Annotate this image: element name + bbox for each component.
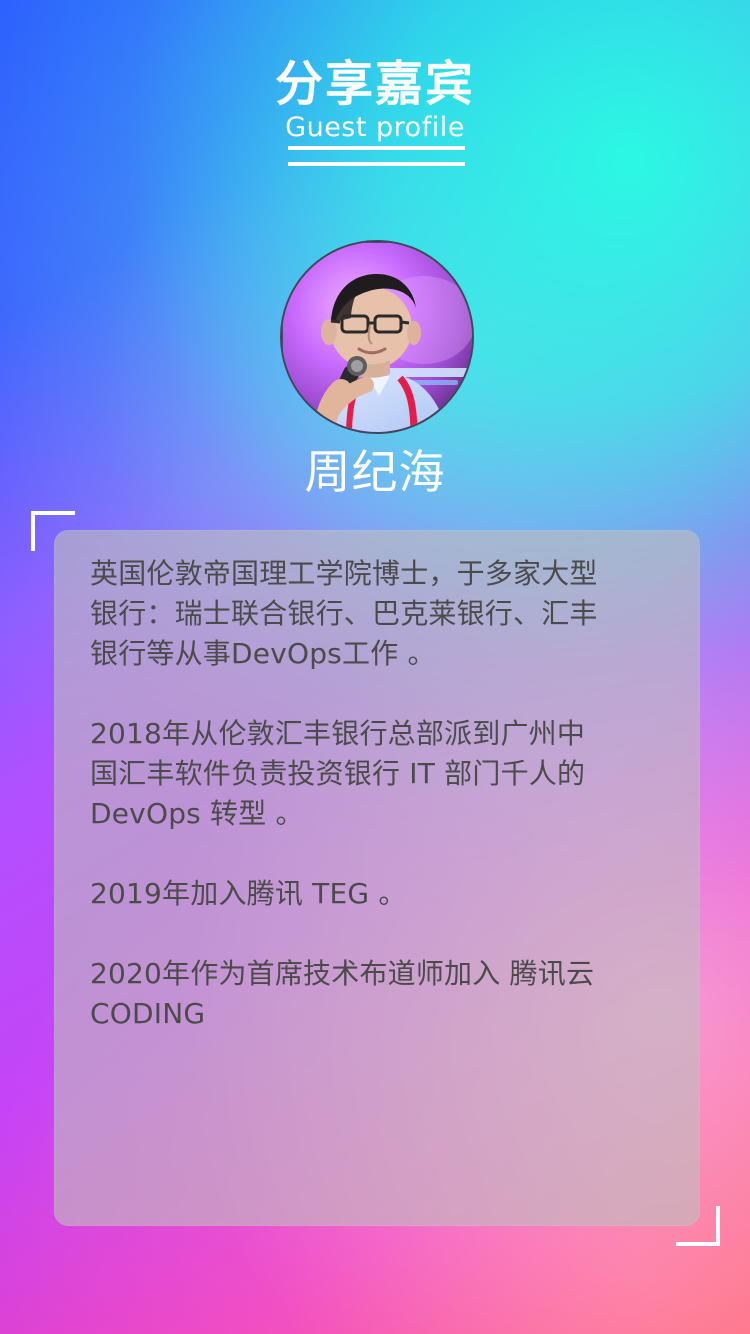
page-title-english: Guest profile xyxy=(285,112,465,143)
guest-avatar xyxy=(280,240,474,434)
guest-photo-illustration xyxy=(282,242,472,432)
profile-paragraph: 2020年作为首席技术布道师加入 腾讯云 CODING xyxy=(90,957,595,1030)
profile-text: 英国伦敦帝国理工学院博士，于多家大型 银行：瑞士联合银行、巴克莱银行、汇丰 银行… xyxy=(90,554,662,1034)
profile-paragraph: 2019年加入腾讯 TEG 。 xyxy=(90,877,407,910)
profile-paragraph: 2018年从伦敦汇丰银行总部派到广州中 国汇丰软件负责投资银行 IT 部门千人的… xyxy=(90,717,586,830)
header: 分享嘉宾 Guest profile xyxy=(0,54,750,174)
title-divider-top xyxy=(288,146,465,150)
guest-profile-page: 分享嘉宾 Guest profile 周纪海 英国伦敦帝国理工学院博士，于多家大… xyxy=(0,0,750,1334)
profile-paragraph: 英国伦敦帝国理工学院博士，于多家大型 银行：瑞士联合银行、巴克莱银行、汇丰 银行… xyxy=(90,557,598,670)
profile-card: 英国伦敦帝国理工学院博士，于多家大型 银行：瑞士联合银行、巴克莱银行、汇丰 银行… xyxy=(54,530,700,1226)
guest-name: 周纪海 xyxy=(304,445,446,499)
title-divider-bottom xyxy=(288,162,465,166)
page-title-chinese: 分享嘉宾 xyxy=(274,56,475,112)
